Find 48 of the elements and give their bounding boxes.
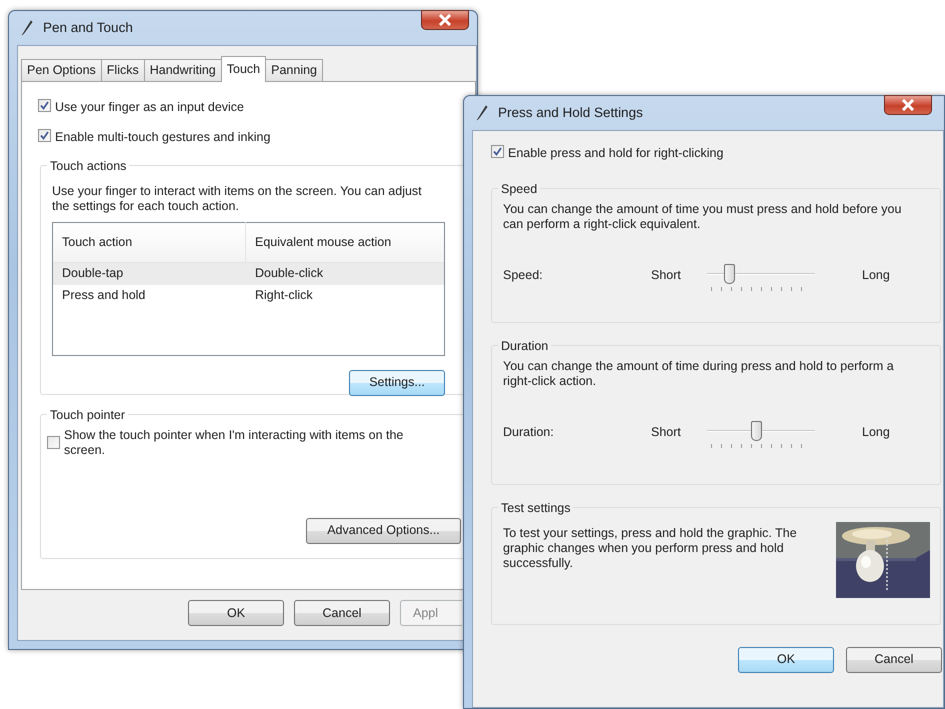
close-icon — [438, 14, 452, 26]
button[interactable]: Settings... — [349, 370, 445, 396]
table-cell-text: Double-tap — [61, 265, 124, 282]
pen-icon — [21, 20, 33, 36]
slider-min-label: Short — [651, 424, 682, 441]
checkbox[interactable] — [38, 99, 51, 112]
checkbox[interactable] — [491, 145, 504, 158]
window-title: Press and Hold Settings — [498, 104, 643, 122]
table-row[interactable]: Press and hold Right-click — [53, 284, 444, 306]
checkbox-label: Show the touch pointer when I'm interacting with items on the screen. — [64, 428, 404, 458]
description: To test your settings, press and hold the graphic. The graphic changes when you perform press and hold successfully. — [503, 526, 798, 572]
tab[interactable]: Pen Options — [21, 59, 102, 81]
tab[interactable]: Handwriting — [144, 59, 222, 81]
tab[interactable]: Touch — [220, 56, 266, 82]
tab[interactable]: Panning — [265, 59, 323, 81]
button[interactable]: OK — [188, 600, 284, 626]
tab[interactable]: Flicks — [100, 59, 145, 81]
column-header[interactable]: Touch action — [53, 232, 245, 252]
slider[interactable] — [707, 420, 815, 451]
checkbox[interactable] — [47, 436, 60, 448]
description: You can change the amount of time you must press and hold before you can perform a right-click equivalent. — [503, 202, 902, 232]
close-icon — [901, 99, 915, 111]
close-button[interactable] — [421, 10, 469, 30]
column-header[interactable]: Equivalent mouse action — [245, 222, 392, 262]
table-cell-text: Double-click — [254, 265, 324, 282]
checkbox[interactable] — [38, 128, 51, 142]
checkbox-label: Enable press and hold for right-clicking — [508, 145, 724, 162]
table-cell-text: Right-click — [254, 287, 313, 304]
description: Use your finger to interact with items on the screen. You can adjust the settings for each touch action. — [52, 184, 423, 214]
button[interactable]: Cancel — [846, 646, 942, 673]
description: You can change the amount of time during press and hold to perform a right-click action. — [503, 358, 895, 389]
button[interactable]: OK — [738, 646, 834, 673]
slider-max-label: Long — [862, 424, 890, 441]
slider-thumb[interactable] — [724, 264, 735, 284]
checkbox-label: Enable multi-touch gestures and inking — [55, 128, 270, 146]
slider-label: Duration: — [503, 424, 555, 441]
slider-max-label: Long — [862, 266, 890, 284]
close-button[interactable] — [884, 95, 932, 115]
slider-label: Speed: — [503, 266, 544, 284]
slider[interactable] — [707, 264, 815, 294]
checkbox-label: Use your finger as an input device — [55, 99, 244, 116]
window-title: Pen and Touch — [43, 18, 133, 37]
table-row[interactable]: Double-tap Double-click — [53, 262, 444, 284]
slider-thumb[interactable] — [750, 420, 762, 441]
table-cell-text: Press and hold — [61, 287, 146, 304]
button[interactable]: Advanced Options... — [306, 518, 461, 544]
button[interactable]: Cancel — [294, 600, 390, 626]
slider-min-label: Short — [651, 266, 682, 284]
